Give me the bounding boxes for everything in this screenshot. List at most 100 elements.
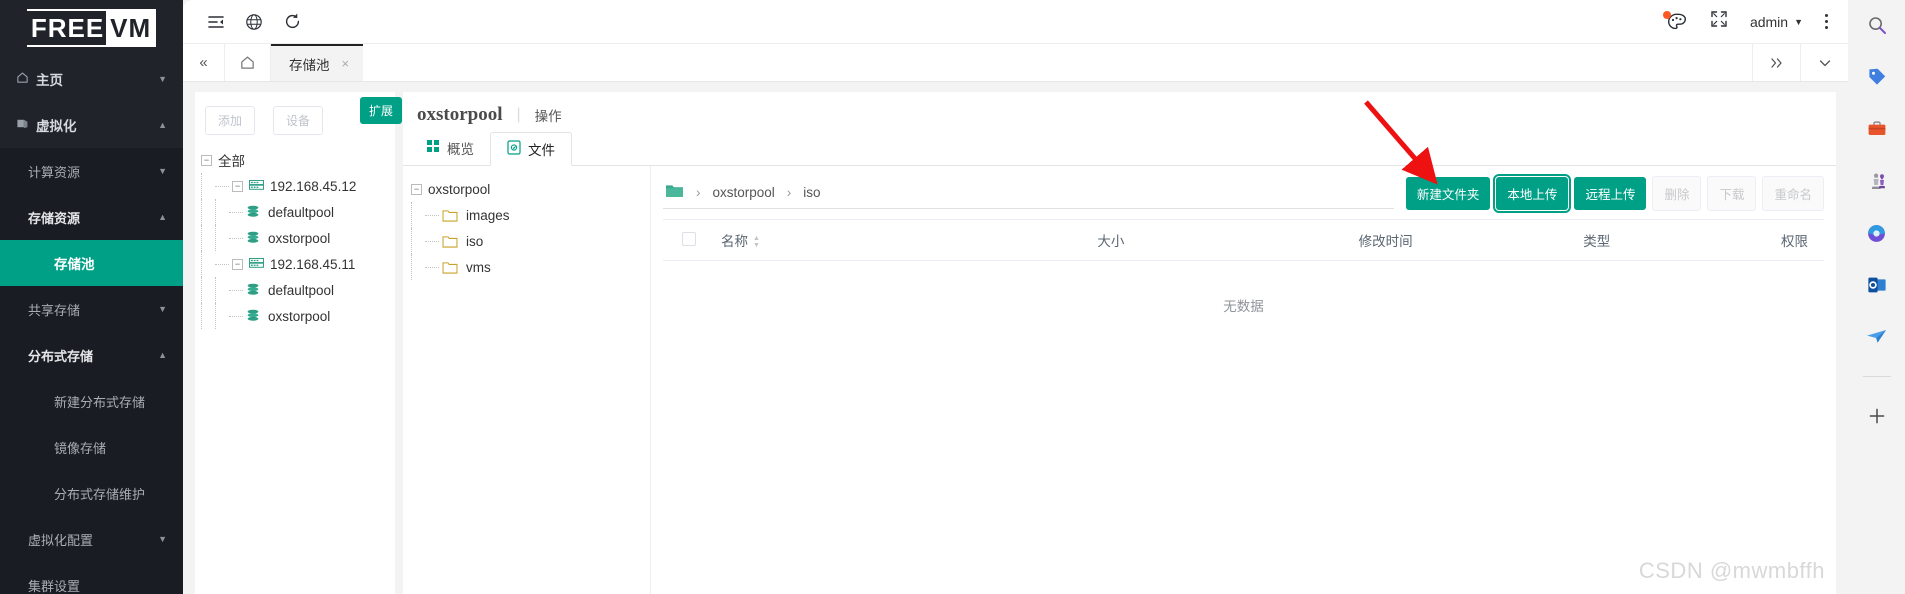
collapse-tabs-icon[interactable]: « <box>183 44 225 81</box>
shopping-tag-icon[interactable] <box>1860 62 1894 92</box>
folder-icon <box>665 183 684 202</box>
globe-icon[interactable] <box>235 3 273 41</box>
tab-strip: « 存储池 × <box>183 44 1848 82</box>
sidebar-item-label: 计算资源 <box>28 164 81 180</box>
tab-files-label: 文件 <box>528 143 555 158</box>
fullscreen-icon[interactable] <box>1710 10 1728 33</box>
tab-storage-pool[interactable]: 存储池 × <box>271 44 364 81</box>
device-button[interactable]: 设备 <box>273 106 324 135</box>
expand-button[interactable]: 扩展 <box>360 97 403 124</box>
tree-branch <box>215 263 229 265</box>
file-action-1[interactable]: 本地上传 <box>1493 174 1572 213</box>
sidebar-item-5[interactable]: 共享存储 ▼ <box>0 286 183 332</box>
tools-icon[interactable] <box>1860 114 1894 144</box>
sidebar-item-11[interactable]: 集群设置 <box>0 562 183 594</box>
breadcrumb-path[interactable]: › oxstorpool › iso <box>663 179 1394 209</box>
collapse-menu-icon[interactable] <box>197 3 235 41</box>
sidebar-item-9[interactable]: 分布式存储维护 <box>0 470 183 516</box>
refresh-icon[interactable] <box>273 3 311 41</box>
storage-tree-node[interactable]: − 192.168.45.12 <box>201 173 389 199</box>
folder-tree-node[interactable]: images <box>411 202 650 228</box>
tree-indent <box>201 225 202 251</box>
tree-branch <box>425 240 439 242</box>
sidebar-item-2[interactable]: 计算资源 ▼ <box>0 148 183 194</box>
tree-indent <box>411 228 412 254</box>
breadcrumb-item-0[interactable]: oxstorpool <box>713 185 775 200</box>
storage-tree-node[interactable]: defaultpool <box>201 277 389 303</box>
tree-expander[interactable]: − <box>411 183 422 195</box>
tree-expander[interactable]: − <box>232 258 243 270</box>
folder-tree-node[interactable]: − oxstorpool <box>411 176 650 202</box>
chevron-double-right-icon[interactable] <box>1752 44 1800 81</box>
add-button[interactable]: 添加 <box>205 106 256 135</box>
sidebar-item-8[interactable]: 镜像存储 <box>0 424 183 470</box>
tree-indent <box>411 254 412 280</box>
sidebar-item-label: 主页 <box>36 73 63 88</box>
palette-icon[interactable] <box>1662 10 1688 32</box>
tree-indent <box>215 277 216 303</box>
file-action-0[interactable]: 新建文件夹 <box>1405 177 1491 210</box>
outlook-icon[interactable] <box>1860 270 1894 300</box>
storage-tree-node[interactable]: defaultpool <box>201 199 389 225</box>
storage-tree-node[interactable]: oxstorpool <box>201 225 389 251</box>
tree-branch <box>229 237 243 239</box>
file-table-header-row: 名称 ▲ ▼ 大小 修改时间 类型 权限 <box>663 219 1824 261</box>
column-header-0[interactable]: 名称 ▲ ▼ <box>705 219 943 261</box>
home-outline-icon[interactable] <box>225 44 271 81</box>
tree-node-label: defaultpool <box>268 204 335 220</box>
host-icon <box>249 179 264 193</box>
sidebar-item-label: 虚拟化配置 <box>28 532 94 548</box>
tree-indent <box>215 225 216 251</box>
sidebar-item-10[interactable]: 虚拟化配置 ▼ <box>0 516 183 562</box>
home-icon <box>16 71 36 87</box>
tree-expander[interactable]: − <box>201 154 212 166</box>
detail-tabs: 概览 文件 <box>403 132 1836 166</box>
storage-tree-node[interactable]: − 192.168.45.11 <box>201 251 389 277</box>
storage-tree-node[interactable]: − 全部 <box>201 147 389 173</box>
folder-tree: − oxstorpool images iso vms <box>403 166 651 594</box>
tab-overview[interactable]: 概览 <box>411 131 490 165</box>
top-bar: admin ▼ <box>183 0 1848 44</box>
tree-expander[interactable]: − <box>232 180 243 192</box>
detail-header: oxstorpool | 操作 <box>403 92 1836 132</box>
grid-icon <box>427 140 440 156</box>
sidebar-item-0[interactable]: 主页 ▼ <box>0 56 183 102</box>
folder-tree-node[interactable]: iso <box>411 228 650 254</box>
app-logo[interactable]: FREE VM <box>0 0 183 56</box>
sort-arrows-icon[interactable]: ▲ ▼ <box>753 235 760 249</box>
send-icon[interactable] <box>1860 322 1894 352</box>
file-action-2[interactable]: 远程上传 <box>1574 177 1647 210</box>
copilot-icon[interactable] <box>1860 218 1894 248</box>
search-icon[interactable] <box>1860 10 1894 40</box>
folder-tree-node[interactable]: vms <box>411 254 650 280</box>
sidebar-item-1[interactable]: 虚拟化 ▲ <box>0 102 183 148</box>
select-all-checkbox[interactable] <box>682 231 696 246</box>
file-action-4: 下载 <box>1707 176 1757 211</box>
user-menu[interactable]: admin ▼ <box>1750 14 1803 30</box>
sidebar-item-4[interactable]: 存储池 <box>0 240 183 286</box>
chevron-down-icon[interactable] <box>1800 44 1848 81</box>
pool-icon <box>246 309 260 323</box>
sidebar-item-6[interactable]: 分布式存储 ▲ <box>0 332 183 378</box>
page-title: oxstorpool <box>417 104 503 125</box>
games-icon[interactable] <box>1860 166 1894 196</box>
notification-dot <box>1662 10 1671 19</box>
rail-divider <box>1862 376 1891 377</box>
tree-indent <box>201 303 202 329</box>
tab-files[interactable]: 文件 <box>490 132 572 166</box>
storage-tree-node[interactable]: oxstorpool <box>201 303 389 329</box>
add-icon[interactable] <box>1860 401 1894 431</box>
file-action-buttons: 新建文件夹 本地上传 远程上传 删除 下载 重命名 <box>1394 174 1824 213</box>
operation-menu[interactable]: 操作 <box>535 105 562 125</box>
sidebar-item-label: 集群设置 <box>28 578 81 594</box>
column-header-2: 修改时间 <box>1140 219 1429 261</box>
close-icon[interactable]: × <box>342 56 350 71</box>
storage-tree-panel: 添加 设备 − 全部 −192.168.45.12 defaultpool oxstor… <box>195 92 395 594</box>
host-icon <box>249 257 264 271</box>
kebab-menu-icon[interactable] <box>1825 14 1828 29</box>
sidebar-item-label: 分布式存储维护 <box>54 486 146 502</box>
breadcrumb-item-1[interactable]: iso <box>803 185 820 200</box>
sidebar-item-3[interactable]: 存储资源 ▲ <box>0 194 183 240</box>
file-action-3: 删除 <box>1652 176 1702 211</box>
sidebar-item-7[interactable]: 新建分布式存储 <box>0 378 183 424</box>
